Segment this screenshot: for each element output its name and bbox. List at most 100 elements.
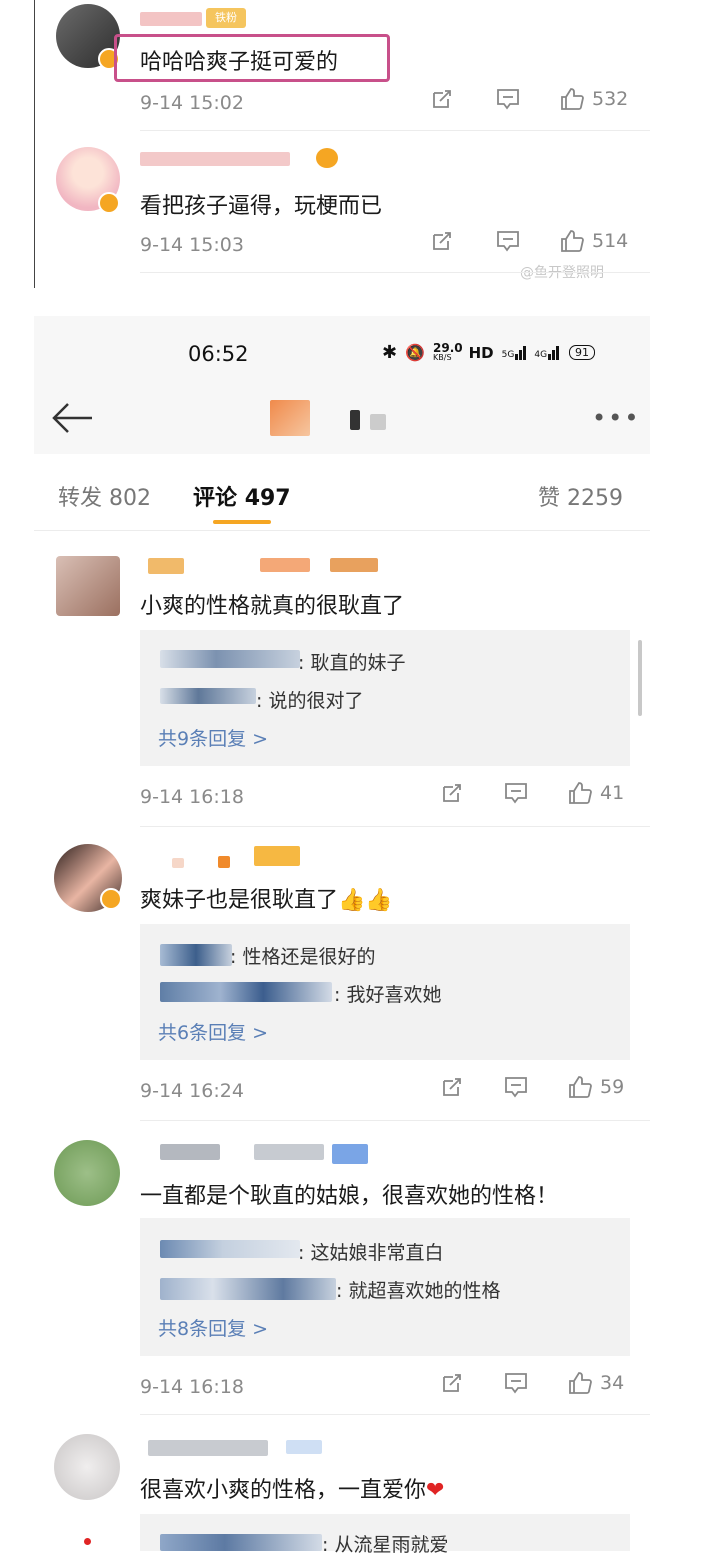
comment-icon[interactable] bbox=[504, 1076, 528, 1098]
comment-time: 9-14 16:24 bbox=[140, 1080, 244, 1102]
verified-badge-icon bbox=[98, 192, 120, 214]
more-replies-link[interactable]: 共8条回复 > bbox=[158, 1314, 268, 1341]
divider bbox=[34, 530, 650, 531]
status-time: 06:52 bbox=[188, 342, 249, 366]
mute-icon: 🔕 bbox=[405, 343, 426, 362]
username-blurred bbox=[260, 558, 310, 572]
title-blurred bbox=[370, 414, 386, 430]
username-blurred bbox=[330, 558, 378, 572]
scrollbar[interactable] bbox=[638, 640, 642, 716]
reply-user-blurred bbox=[160, 1534, 322, 1551]
more-icon[interactable]: ••• bbox=[592, 404, 640, 432]
like-count: 532 bbox=[592, 88, 629, 110]
share-icon[interactable] bbox=[440, 1372, 464, 1394]
like-icon[interactable] bbox=[568, 782, 592, 804]
comment-text: 看把孩子逼得，玩梗而已 bbox=[140, 194, 383, 219]
more-replies-link[interactable]: 共9条回复 > bbox=[158, 724, 268, 751]
comment-icon[interactable] bbox=[496, 88, 520, 110]
signal-5g-icon: 5G bbox=[502, 345, 527, 360]
action-bar: 59 bbox=[440, 1076, 624, 1098]
share-icon[interactable] bbox=[430, 88, 454, 110]
status-dot bbox=[84, 1538, 91, 1545]
avatar[interactable] bbox=[54, 1434, 120, 1500]
heart-icon: ❤ bbox=[426, 1478, 445, 1503]
like-count: 59 bbox=[600, 1076, 625, 1098]
username-blurred[interactable] bbox=[148, 558, 184, 574]
username-blurred bbox=[254, 1144, 324, 1160]
reply-user-blurred bbox=[160, 1278, 336, 1300]
reply-user-blurred bbox=[160, 944, 232, 966]
verified-badge-icon bbox=[100, 888, 122, 910]
action-bar: 41 bbox=[440, 782, 624, 804]
battery-icon: 91 bbox=[569, 345, 596, 360]
reply-user-blurred bbox=[160, 1240, 300, 1258]
reply-user-blurred bbox=[160, 982, 332, 1002]
comment-time: 9-14 16:18 bbox=[140, 1376, 244, 1398]
like-icon[interactable] bbox=[568, 1076, 592, 1098]
divider bbox=[140, 130, 650, 131]
comment-icon[interactable] bbox=[504, 1372, 528, 1394]
divider bbox=[140, 826, 650, 827]
like-count: 514 bbox=[592, 230, 629, 252]
reply: : 就超喜欢她的性格 bbox=[336, 1280, 501, 1302]
action-bar: 34 bbox=[440, 1372, 624, 1394]
avatar[interactable] bbox=[54, 1140, 120, 1206]
fan-tag: 铁粉 bbox=[206, 8, 246, 28]
signal-4g-icon: 4G bbox=[534, 345, 560, 360]
comment-icon[interactable] bbox=[504, 782, 528, 804]
comment-time: 9-14 15:03 bbox=[140, 234, 244, 256]
active-tab-indicator bbox=[213, 520, 271, 524]
action-bar: 532 bbox=[430, 88, 628, 110]
username-blurred[interactable] bbox=[172, 858, 184, 868]
reply-user-blurred bbox=[160, 688, 256, 704]
username-blurred[interactable] bbox=[148, 1440, 268, 1456]
username-blurred bbox=[218, 856, 230, 868]
comment-text: 很喜欢小爽的性格，一直爱你❤ bbox=[140, 1478, 445, 1503]
back-arrow-icon[interactable] bbox=[50, 402, 94, 438]
share-icon[interactable] bbox=[440, 1076, 464, 1098]
reply-user-blurred bbox=[160, 650, 300, 668]
divider bbox=[140, 1120, 650, 1121]
tab-likes[interactable]: 赞 2259 bbox=[538, 480, 623, 512]
share-icon[interactable] bbox=[430, 230, 454, 252]
left-border-line bbox=[34, 0, 35, 288]
reply: : 我好喜欢她 bbox=[334, 984, 442, 1006]
comment-time: 9-14 15:02 bbox=[140, 92, 244, 114]
divider bbox=[140, 272, 650, 273]
like-icon[interactable] bbox=[560, 88, 584, 110]
action-bar: 514 bbox=[430, 230, 628, 252]
tab-comments[interactable]: 评论 497 bbox=[193, 480, 291, 512]
reply: : 耿直的妹子 bbox=[298, 652, 406, 674]
comment-icon[interactable] bbox=[496, 230, 520, 252]
username-blurred bbox=[332, 1144, 368, 1164]
username-blurred bbox=[254, 846, 300, 866]
title-avatar-blurred[interactable] bbox=[270, 400, 310, 436]
like-icon[interactable] bbox=[560, 230, 584, 252]
username-blurred bbox=[286, 1440, 322, 1454]
username-blurred[interactable] bbox=[140, 152, 290, 166]
crown-icon bbox=[316, 148, 338, 168]
speed-indicator: 29.0 KB/S bbox=[433, 340, 463, 362]
comment-time: 9-14 16:18 bbox=[140, 786, 244, 808]
like-count: 41 bbox=[600, 782, 625, 804]
reply: : 说的很对了 bbox=[256, 690, 364, 712]
reply: : 这姑娘非常直白 bbox=[298, 1242, 444, 1264]
status-icons: ✱ 🔕 29.0 KB/S HD 5G 4G 91 bbox=[382, 340, 596, 363]
comment-text: 哈哈哈爽子挺可爱的 bbox=[140, 50, 339, 75]
like-count: 34 bbox=[600, 1372, 625, 1394]
comment-text: 小爽的性格就真的很耿直了 bbox=[140, 594, 405, 619]
avatar[interactable] bbox=[56, 556, 120, 616]
hd-icon: HD bbox=[468, 343, 494, 362]
username-blurred[interactable] bbox=[140, 12, 202, 26]
like-icon[interactable] bbox=[568, 1372, 592, 1394]
reply: : 性格还是很好的 bbox=[230, 946, 376, 968]
title-blurred bbox=[350, 410, 360, 430]
more-replies-link[interactable]: 共6条回复 > bbox=[158, 1018, 268, 1045]
comment-text: 一直都是个耿直的姑娘，很喜欢她的性格！ bbox=[140, 1184, 559, 1209]
tab-repost[interactable]: 转发 802 bbox=[58, 480, 151, 512]
nav-bar bbox=[34, 392, 650, 454]
divider bbox=[140, 1414, 650, 1415]
username-blurred[interactable] bbox=[160, 1144, 220, 1160]
share-icon[interactable] bbox=[440, 782, 464, 804]
bluetooth-icon: ✱ bbox=[382, 342, 398, 363]
